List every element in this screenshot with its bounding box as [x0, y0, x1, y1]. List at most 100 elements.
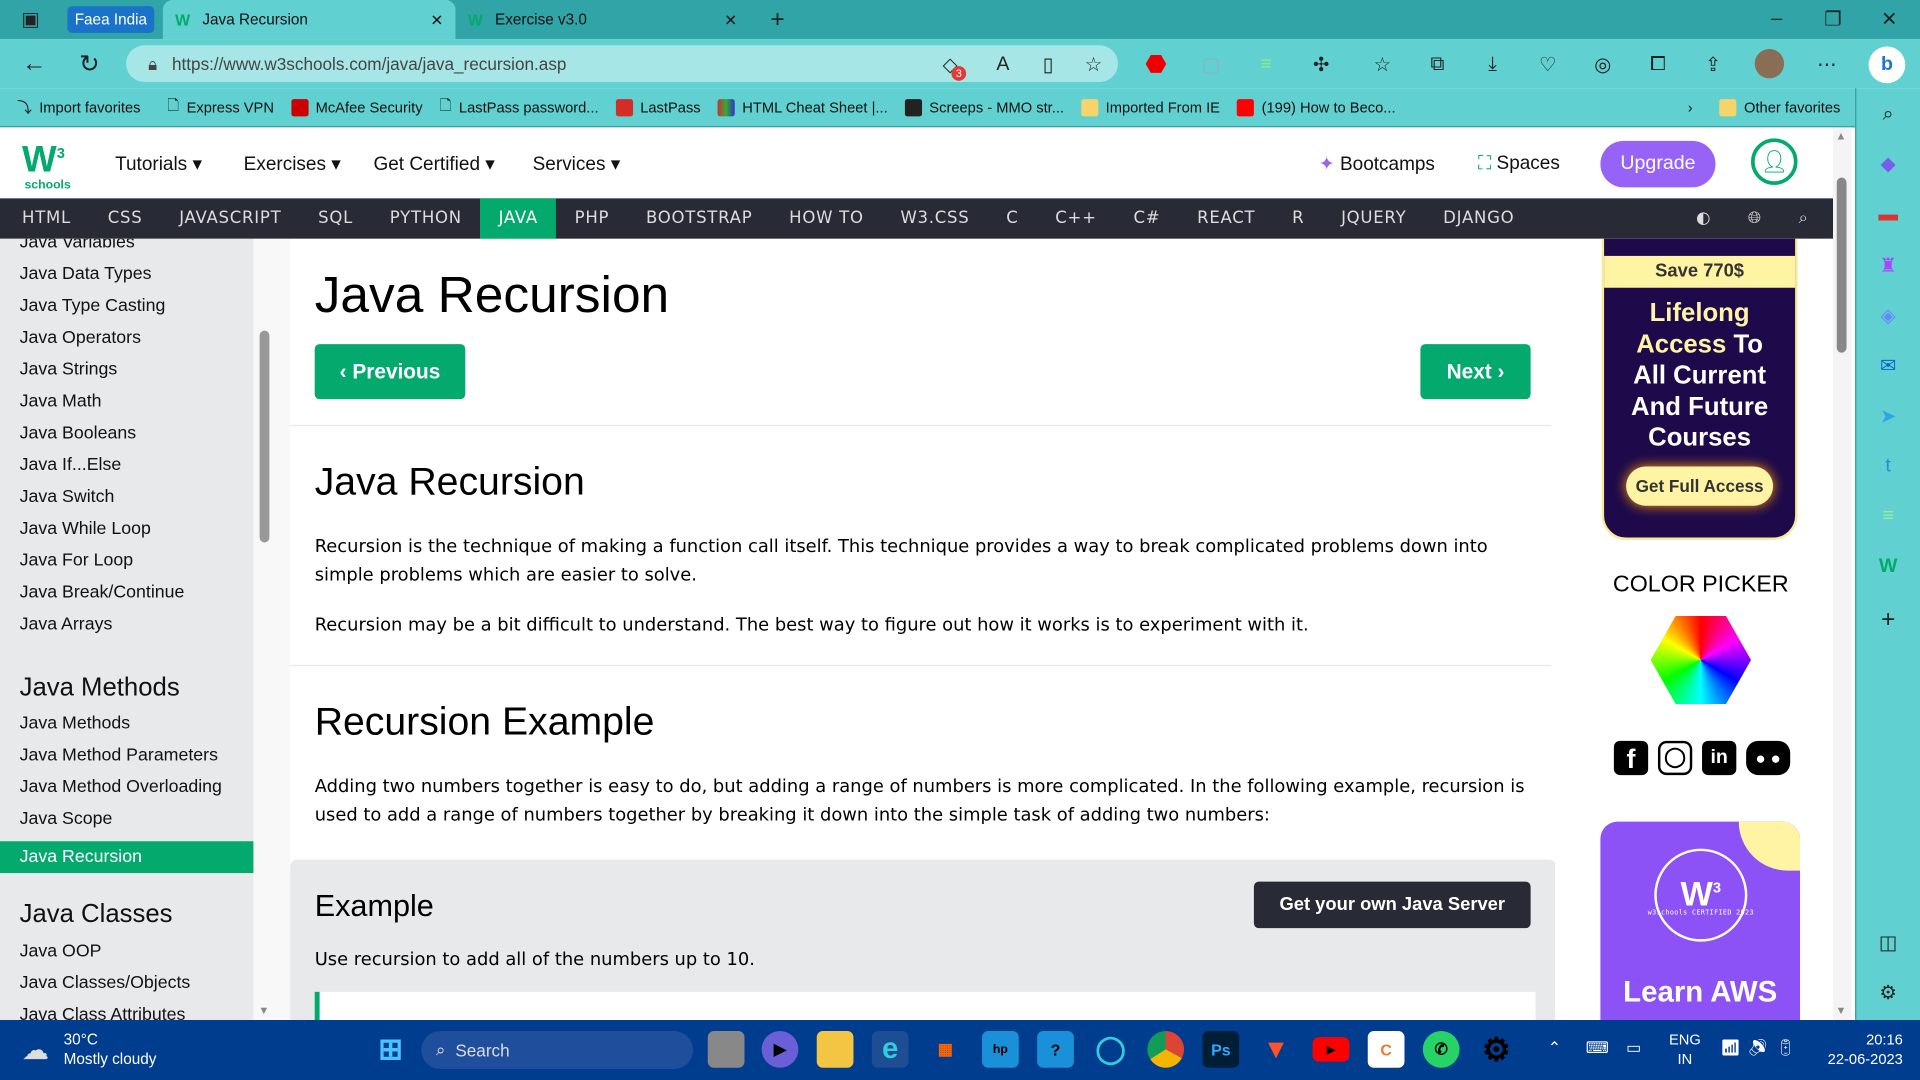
brave-icon[interactable]: ▼	[1258, 1031, 1295, 1068]
sidebar-item[interactable]: Java Math	[20, 392, 102, 412]
lifelong-access-ad[interactable]: Save 770$ Lifelong Access To All Current…	[1601, 238, 1798, 541]
bookmark-imported-from-ie[interactable]: Imported From IE	[1081, 98, 1220, 116]
performance-icon[interactable]: ◎	[1589, 51, 1616, 78]
weather-icon[interactable]: ☁	[22, 1035, 49, 1067]
nav-php[interactable]: PHP	[556, 198, 627, 238]
get-full-access-button[interactable]: Get Full Access	[1626, 465, 1774, 506]
nav-html[interactable]: HTML	[0, 198, 89, 238]
sidebar-item[interactable]: Java Variables	[20, 239, 135, 252]
sidebar-item[interactable]: Java Recursion	[0, 841, 254, 874]
hide-sidebar-icon[interactable]: ◫	[1873, 928, 1902, 957]
page-scrollbar[interactable]	[1836, 177, 1847, 353]
bookmark-lastpass-password[interactable]: 🗋 LastPass password...	[440, 94, 599, 120]
store-icon[interactable]: ▦	[927, 1031, 964, 1068]
add-favorite-icon[interactable]: ☆	[1080, 51, 1107, 78]
facebook-icon[interactable]: f	[1613, 740, 1649, 776]
nav-python[interactable]: PYTHON	[371, 198, 480, 238]
spaces-link[interactable]: ⛶ Spaces	[1478, 153, 1560, 175]
search-icon[interactable]: ⌕	[1873, 100, 1902, 129]
w3schools-icon[interactable]: W	[1873, 552, 1902, 581]
menu-services[interactable]: Services ▾	[533, 153, 621, 176]
help-icon[interactable]: ?	[1037, 1031, 1074, 1068]
search-icon[interactable]: ⌕	[1780, 198, 1833, 238]
sidebar-item[interactable]: Java Scope	[20, 809, 113, 829]
maximize-icon[interactable]: ❐	[1820, 7, 1847, 31]
close-tab-icon[interactable]: ✕	[430, 10, 443, 29]
instagram-icon[interactable]: ◯	[1657, 740, 1693, 776]
sidebar-item[interactable]: Java Method Overloading	[20, 778, 222, 798]
sidebar-item[interactable]: Java Type Casting	[20, 296, 166, 316]
w3schools-logo[interactable]: W3 schools	[22, 135, 71, 194]
nav-react[interactable]: REACT	[1179, 198, 1274, 238]
sidebar-item[interactable]: Java For Loop	[20, 551, 134, 571]
nav-javascript[interactable]: JAVASCRIPT	[161, 198, 300, 238]
page-scroll-up-icon[interactable]: ▲	[1836, 130, 1847, 142]
sidebar-item[interactable]: Java Operators	[20, 328, 141, 348]
tools-icon[interactable]: ▬	[1873, 201, 1902, 230]
sidebar-item[interactable]: Java Strings	[20, 360, 118, 380]
profile-avatar[interactable]	[1754, 48, 1785, 79]
nav-csharp[interactable]: C#	[1115, 198, 1179, 238]
nav-java[interactable]: JAVA	[480, 198, 557, 239]
bootcamps-link[interactable]: ✦ Bootcamps	[1319, 153, 1435, 176]
myhp-icon[interactable]: hp	[982, 1031, 1019, 1068]
photoshop-icon[interactable]: Ps	[1202, 1031, 1240, 1068]
learn-aws-ad[interactable]: W3 w3schools CERTIFIED 2023 Learn AWS	[1600, 821, 1801, 1021]
back-icon[interactable]: ←	[20, 49, 49, 78]
extension-icon[interactable]: ≡	[1253, 51, 1280, 78]
bookmark-lastpass[interactable]: LastPass	[615, 98, 701, 116]
youtube-icon[interactable]: ▸	[1312, 1037, 1350, 1062]
collections-icon[interactable]: ⧉	[1424, 51, 1451, 78]
shopping-icon[interactable]: ◆	[1873, 149, 1902, 178]
nav-w3css[interactable]: W3.CSS	[882, 198, 988, 238]
previous-button[interactable]: ‹ Previous	[314, 344, 466, 400]
linkedin-icon[interactable]: in	[1702, 740, 1737, 776]
scroll-down-icon[interactable]: ▼	[258, 1004, 269, 1016]
weather-widget[interactable]: 30°C Mostly cloudy	[64, 1030, 157, 1069]
keyboard-icon[interactable]: ⌨	[1586, 1038, 1609, 1058]
edge-icon[interactable]: e	[871, 1031, 909, 1068]
nav-django[interactable]: DJANGO	[1425, 198, 1533, 238]
bing-copilot-icon[interactable]: b	[1868, 46, 1906, 84]
sidebar-item[interactable]: Java OOP	[20, 942, 102, 962]
bookmark-screeps[interactable]: Screeps - MMO str...	[904, 98, 1064, 116]
add-sidebar-icon[interactable]: +	[1873, 605, 1902, 634]
bookmark-import-favorites[interactable]: ⤵ Import favorites	[17, 97, 140, 118]
sidebar-item[interactable]: Java Data Types	[20, 264, 152, 284]
nav-css[interactable]: CSS	[89, 198, 160, 238]
close-tab-icon[interactable]: ✕	[724, 10, 737, 29]
screenshot-icon[interactable]: ⧠	[1644, 51, 1671, 78]
sidebar-item[interactable]: Java Arrays	[20, 615, 113, 635]
get-java-server-button[interactable]: Get your own Java Server	[1253, 881, 1531, 929]
tumblr-icon[interactable]: t	[1873, 452, 1902, 481]
sidebar-item[interactable]: Java Booleans	[20, 424, 136, 444]
teams-icon[interactable]: ▶	[761, 1031, 799, 1068]
task-view-icon[interactable]	[707, 1031, 745, 1068]
downloads-icon[interactable]: ⤓	[1479, 51, 1506, 78]
tab-actions-icon[interactable]: ▣	[17, 7, 44, 31]
sidebar-item[interactable]: Java If...Else	[20, 456, 122, 476]
extension-icon[interactable]: ≡	[1873, 502, 1902, 531]
nav-r[interactable]: R	[1274, 198, 1323, 238]
bookmarks-overflow-icon[interactable]: ›	[1688, 99, 1693, 116]
games-icon[interactable]: ♜	[1873, 251, 1902, 280]
extension-icon[interactable]: ▢	[1198, 51, 1225, 78]
refresh-icon[interactable]: ↻	[75, 49, 104, 78]
microsoft365-icon[interactable]: ◈	[1873, 301, 1902, 330]
language-indicator[interactable]: ENG IN	[1669, 1030, 1701, 1069]
share-icon[interactable]: ⇪	[1700, 51, 1727, 78]
whatsapp-icon[interactable]: ✆	[1422, 1031, 1460, 1068]
close-window-icon[interactable]: ✕	[1876, 7, 1903, 31]
upgrade-button[interactable]: Upgrade	[1600, 140, 1716, 188]
sidebar-item[interactable]: Java Classes/Objects	[20, 973, 191, 993]
discord-icon[interactable]: ● ●	[1746, 740, 1791, 776]
bookmark-youtube[interactable]: (199) How to Beco...	[1237, 98, 1396, 116]
tab-java-recursion[interactable]: W Java Recursion ✕	[162, 0, 456, 40]
adblock-icon[interactable]: ⬣	[1142, 50, 1169, 78]
nav-cpp[interactable]: C++	[1037, 198, 1115, 238]
app-icon[interactable]: C	[1367, 1031, 1405, 1068]
bookmark-html-cheat-sheet[interactable]: HTML Cheat Sheet |...	[717, 98, 888, 116]
settings-icon[interactable]: ⚙	[1478, 1030, 1515, 1068]
other-favorites[interactable]: Other favorites	[1719, 98, 1840, 116]
tab-exercise[interactable]: W Exercise v3.0 ✕	[456, 0, 750, 39]
